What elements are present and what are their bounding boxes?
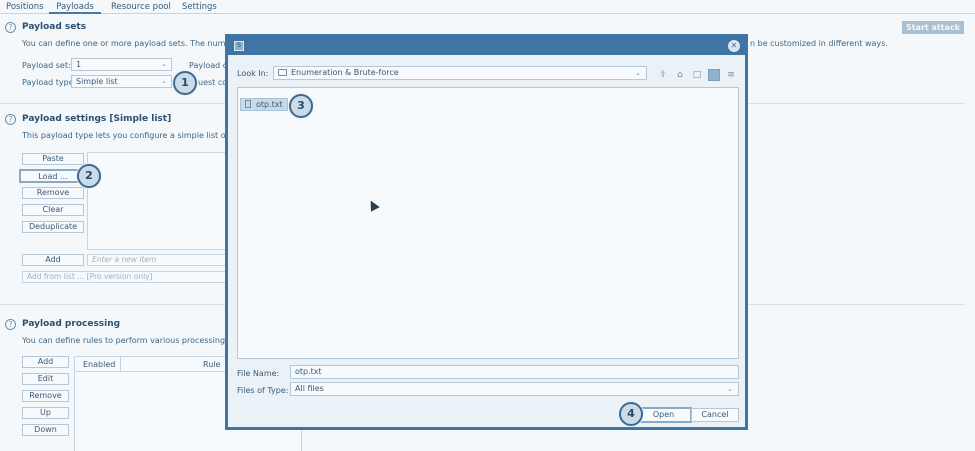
clear-button[interactable]: Clear [22,204,84,216]
tab-settings[interactable]: Settings [182,1,217,14]
folder-icon [278,69,287,76]
move-down-button[interactable]: Down [22,424,69,436]
edit-rule-button[interactable]: Edit [22,373,69,385]
cancel-button[interactable]: Cancel [691,408,739,422]
app-icon: S [234,41,244,51]
column-rule[interactable]: Rule [203,360,220,369]
payload-sets-description-tail: n be customized in different ways. [750,39,888,48]
open-button[interactable]: Open [635,407,692,423]
chevron-down-icon: ⌄ [635,69,641,77]
tab-resource-pool[interactable]: Resource pool [111,1,171,14]
chevron-down-icon: ⌄ [727,385,733,393]
tab-positions[interactable]: Positions [6,1,44,14]
payload-type-label: Payload type: [22,78,77,87]
column-divider [120,357,121,372]
step-badge-1: 1 [173,71,197,95]
home-icon[interactable]: ⌂ [674,69,686,81]
payload-processing-description: You can define rules to perform various … [22,336,249,345]
close-icon[interactable]: ✕ [728,40,740,52]
file-item-label: otp.txt [256,100,283,109]
remove-button[interactable]: Remove [22,187,84,199]
look-in-select[interactable]: Enumeration & Brute-force ⌄ [273,66,647,80]
help-icon[interactable]: ? [5,114,16,125]
step-badge-4: 4 [619,402,643,426]
file-name-input[interactable]: otp.txt [290,365,739,379]
add-item-button[interactable]: Add [22,254,84,266]
up-folder-icon[interactable]: ⇧ [657,69,669,81]
files-of-type-label: Files of Type: [237,386,289,395]
files-of-type-select[interactable]: All files ⌄ [290,382,739,396]
payload-set-label: Payload set: [22,61,71,70]
files-of-type-value: All files [295,384,324,393]
list-view-icon[interactable] [708,69,720,81]
step-badge-2: 2 [77,164,101,188]
payload-sets-title: Payload sets [22,22,87,32]
file-list[interactable]: otp.txt [237,87,739,359]
mouse-cursor-icon [366,198,380,212]
step-badge-3: 3 [289,94,313,118]
paste-button[interactable]: Paste [22,153,84,165]
details-view-icon[interactable]: ≡ [725,69,737,81]
payload-set-select[interactable]: 1 ⌄ [71,58,172,71]
look-in-label: Look In: [237,69,269,78]
add-from-list-select[interactable]: Add from list ... [Pro version only] [22,271,227,283]
look-in-value: Enumeration & Brute-force [291,68,399,77]
tab-bar: Positions Payloads Resource pool Setting… [0,0,975,14]
payload-type-value: Simple list [76,77,118,86]
move-up-button[interactable]: Up [22,407,69,419]
dialog-titlebar[interactable]: S ✕ [228,37,745,55]
chevron-down-icon: ⌄ [161,77,167,85]
help-icon[interactable]: ? [5,22,16,33]
payload-sets-description: You can define one or more payload sets.… [22,39,257,48]
payload-list[interactable] [87,152,227,250]
column-enabled[interactable]: Enabled [83,360,115,369]
payload-set-value: 1 [76,60,82,69]
payload-settings-description: This payload type lets you configure a s… [22,131,254,140]
new-item-input[interactable]: Enter a new item [87,254,227,266]
help-icon[interactable]: ? [5,319,16,330]
tab-payloads[interactable]: Payloads [49,1,101,14]
start-attack-button[interactable]: Start attack [902,21,964,34]
payload-settings-title: Payload settings [Simple list] [22,114,172,124]
payload-type-select[interactable]: Simple list ⌄ [71,75,172,88]
file-icon [245,100,251,108]
remove-rule-button[interactable]: Remove [22,390,69,402]
add-rule-button[interactable]: Add [22,356,69,368]
request-count-label: uest co [198,78,228,87]
payload-processing-title: Payload processing [22,319,121,329]
new-folder-icon[interactable]: □ [691,69,703,81]
file-open-dialog: S ✕ Look In: Enumeration & Brute-force ⌄… [225,34,748,430]
file-item[interactable]: otp.txt [240,98,288,111]
deduplicate-button[interactable]: Deduplicate [22,221,84,233]
file-name-label: File Name: [237,369,280,378]
chevron-down-icon: ⌄ [161,60,167,68]
